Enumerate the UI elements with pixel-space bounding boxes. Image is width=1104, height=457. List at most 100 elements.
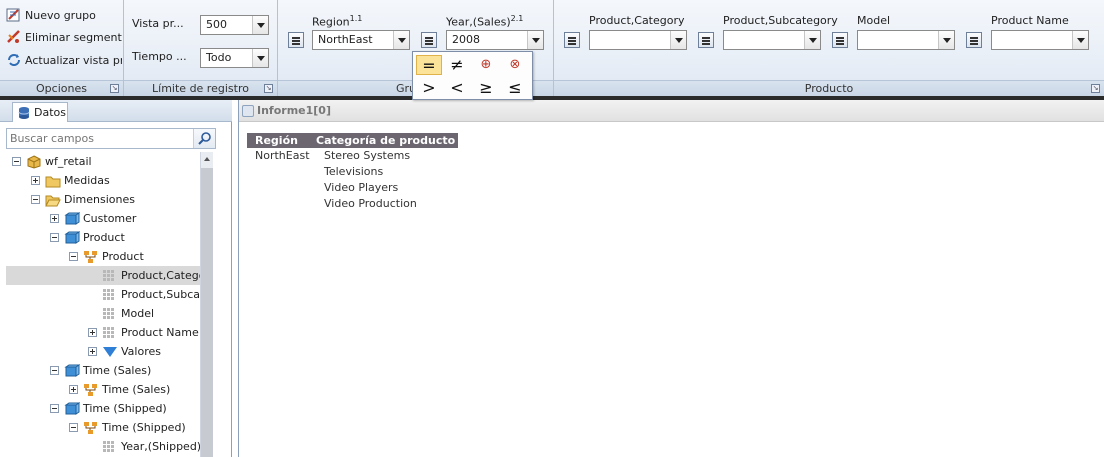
scroll-up-icon[interactable] — [204, 157, 210, 161]
opciones-launcher-icon[interactable]: ↘ — [110, 84, 119, 93]
search-input[interactable] — [7, 129, 191, 148]
group-producto: Product,Category Product,Subcategory Mod… — [554, 0, 1104, 96]
group-label-limite: Límite de registro — [124, 80, 277, 96]
tab-datos[interactable]: Datos — [12, 102, 68, 122]
tree-item[interactable]: Model — [6, 304, 200, 323]
level-icon — [102, 269, 118, 283]
product-subcategory-select[interactable] — [723, 30, 821, 50]
tree-item[interactable]: Year,(Shipped) — [6, 437, 200, 456]
collapse-icon[interactable] — [50, 404, 59, 413]
hierarchy-icon — [83, 421, 99, 435]
panel-tabbar: Datos — [0, 100, 232, 122]
report-header-region: Región — [255, 134, 298, 147]
operator-less[interactable]: < — [444, 78, 470, 98]
operator-less-equal[interactable]: ≤ — [502, 78, 528, 98]
model-select[interactable] — [857, 30, 955, 50]
tree-item[interactable]: wf_retail — [6, 152, 200, 171]
product-name-operator-button[interactable] — [966, 32, 982, 48]
collapse-icon[interactable] — [69, 252, 78, 261]
new-group-icon — [6, 8, 20, 22]
product-category-select[interactable] — [589, 30, 687, 50]
tree-item[interactable]: Product,Subcategory — [6, 285, 200, 304]
tree-item-label: Model — [121, 307, 155, 320]
group-limite: Vista pr... 500 Tiempo ... Todo Límite d… — [124, 0, 278, 96]
search-button[interactable] — [193, 129, 215, 148]
operator-greater[interactable]: > — [416, 78, 442, 98]
region-value: NorthEast — [318, 33, 373, 46]
level-icon — [102, 440, 118, 454]
tree-item[interactable]: Dimensiones — [6, 190, 200, 209]
product-subcategory-operator-button[interactable] — [698, 32, 714, 48]
delete-segmentation-button[interactable]: Eliminar segmentación — [6, 28, 122, 46]
tree-item-label: Time (Shipped) — [83, 402, 167, 415]
tree-item[interactable]: Product — [6, 228, 200, 247]
tree-item[interactable]: Product,Category — [6, 266, 200, 285]
chevron-down-icon — [393, 31, 409, 49]
tree-item-label: Product,Category — [121, 269, 200, 282]
tree-scrollbar[interactable] — [200, 152, 213, 457]
collapse-icon[interactable] — [31, 195, 40, 204]
report-cell-category: Video Production — [324, 197, 417, 210]
vista-select[interactable]: 500 — [200, 15, 269, 35]
expand-icon[interactable] — [69, 385, 78, 394]
tree-item-label: Medidas — [64, 174, 110, 187]
report-canvas: Informe1[0] Región Categoría de producto… — [238, 100, 1104, 457]
collapse-icon[interactable] — [50, 366, 59, 375]
tree-item[interactable]: Valores — [6, 342, 200, 361]
tree-item-label: Product,Subcategory — [121, 288, 200, 301]
tree-item-label: Dimensiones — [64, 193, 135, 206]
group-label-opciones: Opciones — [0, 80, 123, 96]
operator-popup: = ≠ ⊕ ⊗ > < ≥ ≤ — [412, 51, 533, 100]
report-title: Informe1[0] — [257, 104, 331, 117]
folder-icon — [45, 174, 61, 188]
tree-item[interactable]: Time (Sales) — [6, 380, 200, 399]
tiempo-select[interactable]: Todo — [200, 48, 269, 68]
refresh-preview-label: Actualizar vista previa — [25, 53, 122, 67]
tree-item[interactable]: Time (Shipped) — [6, 418, 200, 437]
region-header-sup: 1.1 — [349, 14, 363, 23]
operator-greater-equal[interactable]: ≥ — [473, 78, 499, 98]
delete-segmentation-icon — [7, 30, 20, 43]
tree-item[interactable]: Product Name — [6, 323, 200, 342]
region-header: Region1.1 — [312, 14, 362, 29]
folder-open-icon — [45, 193, 61, 207]
product-name-select[interactable] — [991, 30, 1089, 50]
operator-contains[interactable]: ⊕ — [473, 55, 499, 75]
year-header: Year,(Sales)2.1 — [446, 14, 523, 29]
operator-equals[interactable]: = — [416, 55, 442, 75]
expand-icon[interactable] — [50, 214, 59, 223]
report-header-category: Categoría de producto — [316, 134, 456, 147]
operator-not-contains[interactable]: ⊗ — [502, 55, 528, 75]
chevron-down-icon — [527, 31, 543, 49]
year-header-sup: 2.1 — [510, 14, 524, 23]
expand-icon[interactable] — [88, 347, 97, 356]
year-operator-button[interactable] — [421, 32, 437, 48]
region-select[interactable]: NorthEast — [312, 30, 410, 50]
refresh-preview-button[interactable]: Actualizar vista previa — [6, 51, 122, 69]
report-icon — [242, 105, 254, 117]
new-group-button[interactable]: Nuevo grupo — [6, 6, 122, 24]
tree-item-label: Product — [102, 250, 144, 263]
region-header-text: Region — [312, 15, 350, 29]
producto-launcher-icon[interactable]: ↘ — [1091, 84, 1100, 93]
collapse-icon[interactable] — [69, 423, 78, 432]
tree-item[interactable]: Medidas — [6, 171, 200, 190]
expand-icon[interactable] — [88, 328, 97, 337]
collapse-icon[interactable] — [12, 157, 21, 166]
model-operator-button[interactable] — [832, 32, 848, 48]
collapse-icon[interactable] — [50, 233, 59, 242]
expand-icon[interactable] — [31, 176, 40, 185]
tree-item[interactable]: Customer — [6, 209, 200, 228]
tab-datos-label: Datos — [34, 106, 66, 119]
tree-item[interactable]: Time (Sales) — [6, 361, 200, 380]
tree-item[interactable]: Time (Shipped) — [6, 399, 200, 418]
operator-not-equals[interactable]: ≠ — [444, 55, 470, 75]
tree-item[interactable]: Product — [6, 247, 200, 266]
region-operator-button[interactable] — [288, 32, 304, 48]
limite-launcher-icon[interactable]: ↘ — [264, 84, 273, 93]
scroll-thumb[interactable] — [201, 168, 213, 457]
product-category-operator-button[interactable] — [564, 32, 580, 48]
report-header-row: Región Categoría de producto — [247, 133, 458, 148]
year-select[interactable]: 2008 — [446, 30, 544, 50]
tree-item-label: Valores — [121, 345, 161, 358]
